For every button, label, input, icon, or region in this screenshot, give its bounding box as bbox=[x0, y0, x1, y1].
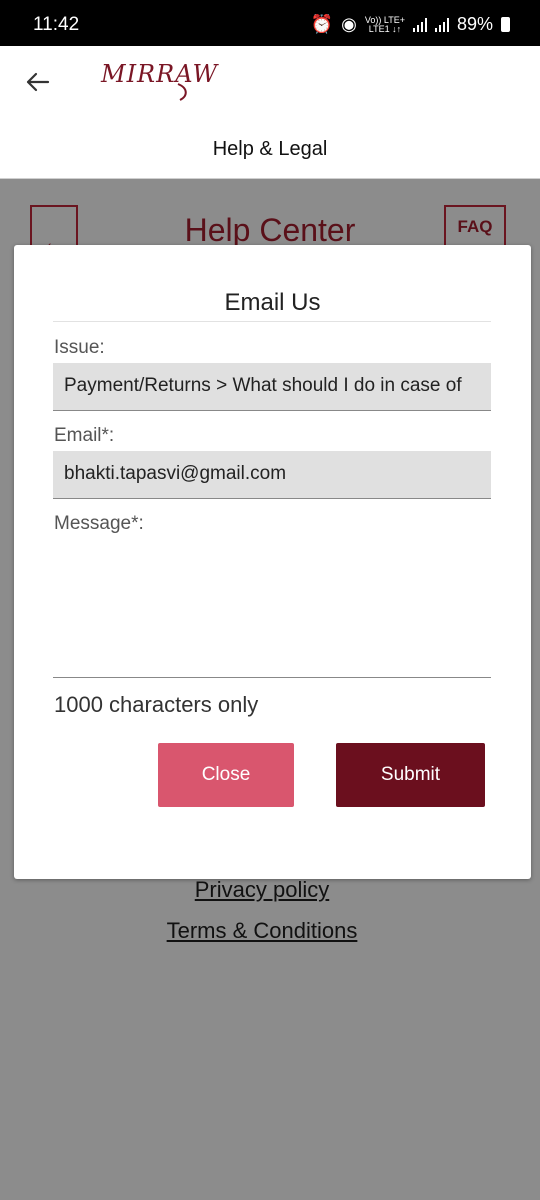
network-type: Vo)) LTE+ LTE1 ↓↑ bbox=[364, 14, 405, 34]
faq-button[interactable]: FAQ bbox=[444, 205, 506, 249]
close-button[interactable]: Close bbox=[158, 743, 294, 807]
issue-field[interactable]: Payment/Returns > What should I do in ca… bbox=[53, 363, 491, 411]
message-label: Message*: bbox=[54, 513, 144, 534]
logo-flourish-icon bbox=[177, 83, 187, 101]
status-bar: 11:42 ⏰ ◉ Vo)) LTE+ LTE1 ↓↑ 89% bbox=[0, 0, 540, 46]
battery-icon bbox=[501, 17, 510, 32]
back-arrow-icon[interactable] bbox=[24, 68, 52, 96]
battery-level: 89% bbox=[456, 14, 493, 34]
app-header: MIRRAW Help & Legal bbox=[0, 46, 540, 179]
title-divider bbox=[53, 321, 491, 322]
hotspot-icon: ◉ bbox=[341, 14, 357, 34]
dialog-title: Email Us bbox=[224, 289, 321, 316]
submit-button[interactable]: Submit bbox=[336, 743, 485, 807]
brand-logo[interactable]: MIRRAW bbox=[101, 60, 218, 88]
privacy-policy-link[interactable]: Privacy policy bbox=[0, 877, 524, 903]
signal-icon-2 bbox=[434, 17, 449, 32]
issue-label: Issue: bbox=[54, 337, 105, 358]
alarm-icon: ⏰ bbox=[310, 14, 334, 34]
email-field[interactable]: bhakti.tapasvi@gmail.com bbox=[53, 451, 491, 499]
email-label: Email*: bbox=[54, 425, 115, 446]
message-textarea[interactable] bbox=[53, 540, 491, 678]
character-limit-note: 1000 characters only bbox=[54, 692, 259, 717]
signal-icon bbox=[412, 17, 427, 32]
page-title: Help & Legal bbox=[212, 138, 328, 160]
email-us-dialog: Email Us Issue: Payment/Returns > What s… bbox=[14, 245, 531, 879]
status-icons: ⏰ ◉ Vo)) LTE+ LTE1 ↓↑ 89% bbox=[311, 14, 510, 35]
terms-conditions-link[interactable]: Terms & Conditions bbox=[0, 918, 524, 944]
status-time: 11:42 bbox=[33, 14, 80, 35]
